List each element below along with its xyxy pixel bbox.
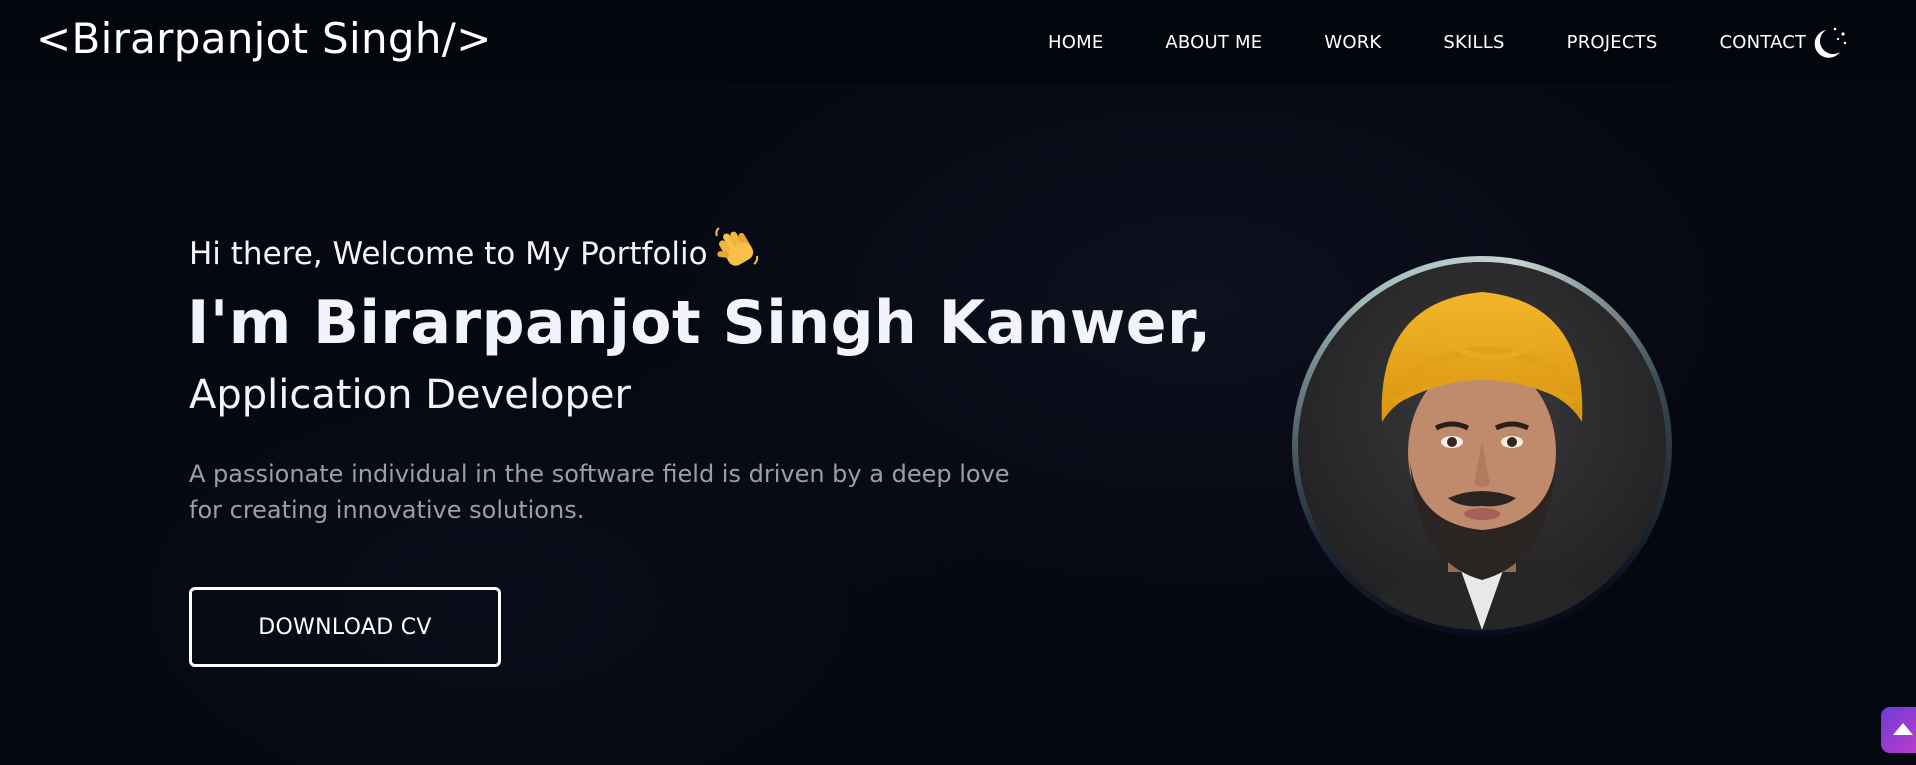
top-navbar: <Birarpanjot Singh/> HOME ABOUT ME WORK …	[0, 0, 1916, 84]
scroll-to-top-button[interactable]	[1881, 707, 1916, 753]
hero-role: Application Developer	[189, 372, 631, 418]
hero-headline: I'm Birarpanjot Singh Kanwer,	[187, 288, 1212, 358]
main-nav: HOME ABOUT ME WORK SKILLS PROJECTS CONTA…	[1048, 30, 1806, 54]
nav-projects[interactable]: PROJECTS	[1567, 32, 1658, 53]
profile-photo-frame	[1292, 256, 1672, 636]
greeting-text: Hi there, Welcome to My Portfolio	[189, 236, 708, 272]
arrow-up-icon	[1893, 723, 1913, 735]
nav-home[interactable]: HOME	[1048, 32, 1103, 53]
nav-contact[interactable]: CONTACT	[1719, 32, 1806, 53]
moon-stars-icon	[1814, 27, 1847, 58]
nav-about-me[interactable]: ABOUT ME	[1165, 32, 1262, 53]
waving-hand-icon	[714, 226, 760, 278]
hero-greeting: Hi there, Welcome to My Portfolio	[189, 226, 760, 278]
theme-toggle-button[interactable]	[1810, 24, 1850, 62]
download-cv-button[interactable]: DOWNLOAD CV	[189, 587, 501, 667]
profile-photo	[1298, 262, 1666, 630]
nav-skills[interactable]: SKILLS	[1443, 32, 1504, 53]
portfolio-page: <Birarpanjot Singh/> HOME ABOUT ME WORK …	[0, 0, 1916, 765]
nav-work[interactable]: WORK	[1324, 32, 1381, 53]
brand-logo[interactable]: <Birarpanjot Singh/>	[36, 14, 492, 63]
hero-description: A passionate individual in the software …	[189, 460, 1010, 524]
